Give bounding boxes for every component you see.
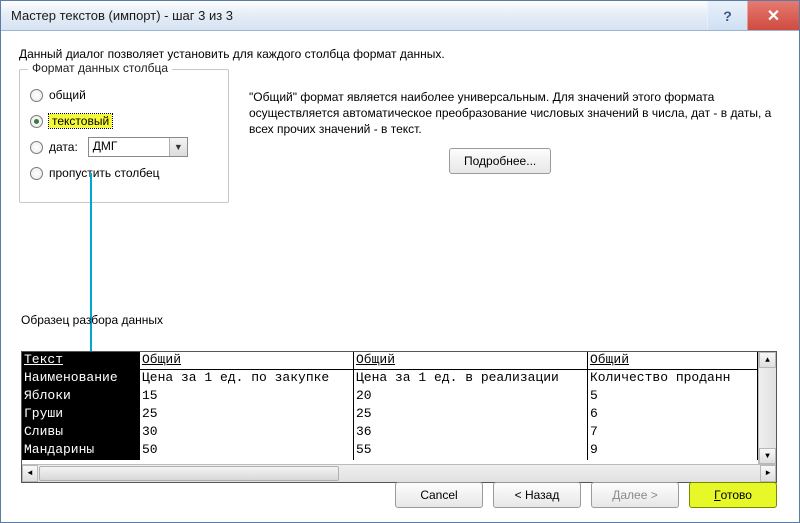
date-format-value: ДМГ	[89, 138, 169, 156]
scroll-thumb[interactable]	[39, 466, 339, 481]
scroll-track[interactable]	[340, 465, 760, 482]
table-cell: Сливы	[22, 424, 140, 442]
table-cell: Груши	[22, 406, 140, 424]
radio-general[interactable]	[30, 89, 43, 102]
table-cell: 36	[354, 424, 588, 442]
table-row: Сливы30367	[22, 424, 758, 442]
scroll-track[interactable]	[759, 368, 776, 448]
radio-text-label: текстовый	[49, 114, 112, 128]
table-cell: 55	[354, 442, 588, 460]
next-label: Далее >	[612, 488, 658, 502]
titlebar: Мастер текстов (импорт) - шаг 3 из 3 ? ✕	[1, 1, 799, 31]
radio-general-row[interactable]: общий	[30, 84, 218, 106]
column-format-group: Формат данных столбца общий текстовый да…	[19, 69, 229, 203]
table-row: Груши25256	[22, 406, 758, 424]
table-cell: 15	[140, 388, 354, 406]
sample-label: Образец разбора данных	[21, 313, 163, 327]
horizontal-scrollbar[interactable]: ◄ ►	[22, 464, 776, 482]
scroll-up-icon[interactable]: ▲	[759, 352, 776, 368]
table-cell: Наименование	[22, 370, 140, 388]
cancel-label: Cancel	[420, 488, 457, 502]
back-label: < Назад	[515, 488, 560, 502]
next-button: Далее >	[591, 482, 679, 508]
radio-skip-label: пропустить столбец	[49, 166, 160, 180]
table-row: Мандарины50559	[22, 442, 758, 460]
table-cell: Количество проданн	[588, 370, 758, 388]
table-cell: Цена за 1 ед. по закупке	[140, 370, 354, 388]
format-description: "Общий" формат является наиболее универс…	[249, 89, 779, 138]
wizard-window: Мастер текстов (импорт) - шаг 3 из 3 ? ✕…	[0, 0, 800, 523]
close-button[interactable]: ✕	[747, 1, 799, 30]
finish-button[interactable]: Готово	[689, 482, 777, 508]
table-cell: Мандарины	[22, 442, 140, 460]
radio-text-row[interactable]: текстовый	[30, 110, 218, 132]
preview-header[interactable]: Текст	[22, 352, 140, 369]
group-legend: Формат данных столбца	[28, 61, 172, 75]
table-cell: 5	[588, 388, 758, 406]
vertical-scrollbar[interactable]: ▲ ▼	[758, 352, 776, 464]
help-button[interactable]: ?	[707, 1, 747, 30]
wizard-footer: Cancel < Назад Далее > Готово	[395, 482, 777, 508]
table-cell: 25	[140, 406, 354, 424]
table-cell: 9	[588, 442, 758, 460]
radio-skip[interactable]	[30, 167, 43, 180]
close-icon: ✕	[767, 6, 780, 26]
annotation-arrow	[84, 173, 104, 373]
sample-preview: Текст Общий Общий Общий НаименованиеЦена…	[21, 351, 777, 483]
radio-general-label: общий	[49, 88, 86, 102]
cancel-button[interactable]: Cancel	[395, 482, 483, 508]
date-format-select[interactable]: ДМГ ▼	[88, 137, 188, 157]
intro-text: Данный диалог позволяет установить для к…	[19, 47, 781, 61]
dialog-content: Данный диалог позволяет установить для к…	[1, 31, 799, 522]
table-cell: 20	[354, 388, 588, 406]
more-button[interactable]: Подробнее...	[449, 148, 551, 174]
scroll-left-icon[interactable]: ◄	[22, 465, 38, 482]
back-button[interactable]: < Назад	[493, 482, 581, 508]
preview-header[interactable]: Общий	[354, 352, 588, 369]
scroll-down-icon[interactable]: ▼	[759, 448, 776, 464]
table-row: Яблоки15205	[22, 388, 758, 406]
preview-header[interactable]: Общий	[588, 352, 758, 369]
radio-text[interactable]	[30, 115, 43, 128]
table-cell: 25	[354, 406, 588, 424]
radio-date-label: дата:	[49, 140, 78, 154]
table-cell: 50	[140, 442, 354, 460]
table-cell: 30	[140, 424, 354, 442]
more-button-label: Подробнее...	[464, 154, 536, 168]
preview-header-row: Текст Общий Общий Общий	[22, 352, 758, 370]
radio-date-row[interactable]: дата: ДМГ ▼	[30, 136, 218, 158]
scroll-right-icon[interactable]: ►	[760, 465, 776, 482]
table-cell: Яблоки	[22, 388, 140, 406]
table-cell: Цена за 1 ед. в реализации	[354, 370, 588, 388]
finish-label-rest: отово	[721, 488, 752, 502]
chevron-down-icon: ▼	[169, 138, 187, 156]
table-cell: 7	[588, 424, 758, 442]
description-pane: "Общий" формат является наиболее универс…	[249, 89, 779, 174]
table-cell: 6	[588, 406, 758, 424]
window-title: Мастер текстов (импорт) - шаг 3 из 3	[11, 8, 707, 23]
radio-skip-row[interactable]: пропустить столбец	[30, 162, 218, 184]
radio-date[interactable]	[30, 141, 43, 154]
table-row: НаименованиеЦена за 1 ед. по закупкеЦена…	[22, 370, 758, 388]
preview-header[interactable]: Общий	[140, 352, 354, 369]
preview-body: НаименованиеЦена за 1 ед. по закупкеЦена…	[22, 370, 758, 460]
